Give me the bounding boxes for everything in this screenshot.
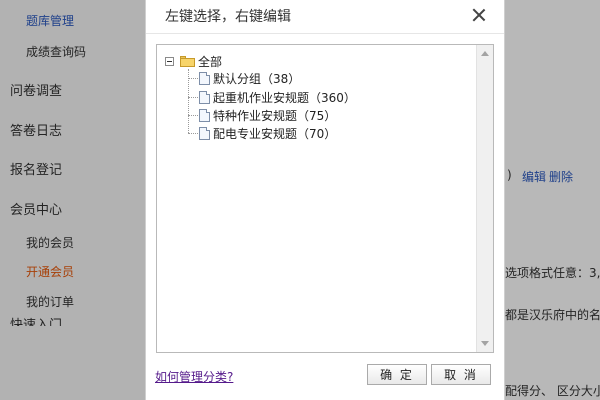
manage-categories-help-link[interactable]: 如何管理分类? xyxy=(155,368,233,385)
document-icon xyxy=(199,71,210,85)
dialog-title: 左键选择，右键编辑 xyxy=(165,9,291,25)
document-icon xyxy=(199,90,210,104)
document-icon xyxy=(199,108,210,122)
document-icon xyxy=(199,126,210,140)
folder-icon xyxy=(180,55,195,67)
tree-root-label[interactable]: 全部 xyxy=(198,53,222,70)
tree-node-crane-safety[interactable]: 起重机作业安规题（360） xyxy=(188,89,356,105)
tree-root-node[interactable]: 全部 xyxy=(165,53,222,69)
confirm-button[interactable]: 确 定 xyxy=(367,364,427,385)
close-icon[interactable] xyxy=(470,6,488,24)
category-tree: 全部 默认分组（38） 起重机作业安规题（360） 特种作业安规题（75） 配电… xyxy=(156,44,494,353)
tree-node-default-group[interactable]: 默认分组（38） xyxy=(188,70,300,86)
scroll-down-icon[interactable] xyxy=(481,341,489,346)
scroll-up-icon[interactable] xyxy=(481,51,489,56)
tree-node-label[interactable]: 特种作业安规题（75） xyxy=(213,107,336,124)
tree-node-label[interactable]: 配电专业安规题（70） xyxy=(213,125,336,142)
category-dialog: 左键选择，右键编辑 全部 默认分组（38） 起重机作业安规题（360） 特种作业… xyxy=(145,0,505,400)
tree-node-label[interactable]: 起重机作业安规题（360） xyxy=(213,89,356,106)
tree-node-power-distribution-safety[interactable]: 配电专业安规题（70） xyxy=(188,125,336,141)
dialog-header: 左键选择，右键编辑 xyxy=(146,0,504,34)
tree-node-special-work-safety[interactable]: 特种作业安规题（75） xyxy=(188,107,336,123)
tree-node-label[interactable]: 默认分组（38） xyxy=(213,70,300,87)
tree-scrollbar[interactable] xyxy=(476,45,493,352)
collapse-icon[interactable] xyxy=(165,56,174,66)
cancel-button[interactable]: 取 消 xyxy=(431,364,491,385)
